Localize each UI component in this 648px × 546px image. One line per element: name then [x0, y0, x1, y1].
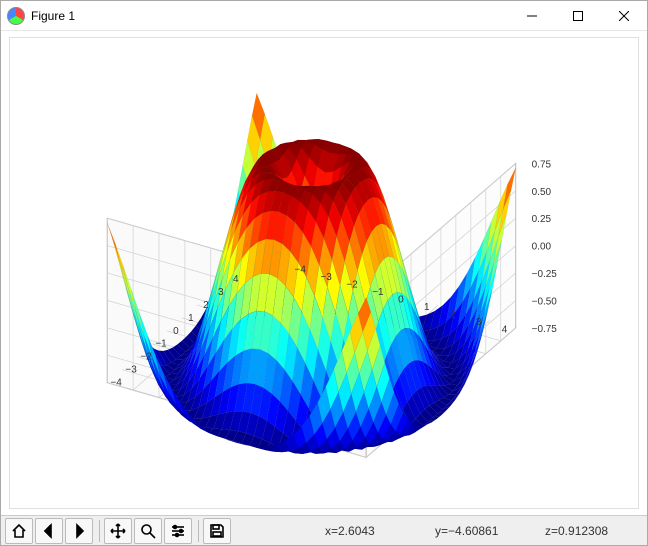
forward-button[interactable]: [65, 518, 93, 544]
figure-window: Figure 1 −4−3−2−101234−4−3−2−101234−0.75…: [0, 0, 648, 546]
svg-text:−4: −4: [110, 378, 122, 389]
titlebar[interactable]: Figure 1: [1, 1, 647, 31]
svg-text:0.50: 0.50: [532, 187, 552, 198]
maximize-button[interactable]: [555, 1, 601, 31]
zoom-button[interactable]: [134, 518, 162, 544]
svg-text:3: 3: [476, 317, 482, 328]
svg-text:−0.25: −0.25: [532, 269, 558, 280]
svg-text:−4: −4: [295, 265, 307, 276]
svg-text:0.00: 0.00: [532, 242, 552, 253]
configure-subplots-button[interactable]: [164, 518, 192, 544]
svg-text:2: 2: [203, 300, 209, 311]
matplotlib-icon: [7, 7, 25, 25]
svg-text:−0.75: −0.75: [532, 324, 558, 335]
svg-text:1: 1: [424, 302, 430, 313]
svg-text:2: 2: [450, 309, 456, 320]
minimize-button[interactable]: [509, 1, 555, 31]
home-button[interactable]: [5, 518, 33, 544]
svg-text:0: 0: [173, 326, 179, 337]
svg-text:1: 1: [188, 313, 194, 324]
svg-text:−2: −2: [140, 352, 152, 363]
toolbar-separator: [198, 520, 199, 542]
svg-text:−3: −3: [320, 272, 332, 283]
back-button[interactable]: [35, 518, 63, 544]
readout-z: z=0.912308: [545, 524, 635, 538]
svg-text:4: 4: [233, 274, 239, 285]
svg-text:3: 3: [218, 287, 224, 298]
svg-text:−2: −2: [346, 280, 358, 291]
window-title: Figure 1: [31, 9, 509, 23]
save-button[interactable]: [203, 518, 231, 544]
svg-text:0: 0: [398, 294, 404, 305]
svg-text:0.25: 0.25: [532, 214, 552, 225]
svg-text:0.75: 0.75: [532, 159, 552, 170]
svg-text:−3: −3: [125, 365, 137, 376]
svg-text:−0.50: −0.50: [532, 296, 558, 307]
readout-x: x=2.6043: [325, 524, 415, 538]
pan-button[interactable]: [104, 518, 132, 544]
plot-canvas[interactable]: −4−3−2−101234−4−3−2−101234−0.75−0.50−0.2…: [9, 37, 639, 509]
svg-text:4: 4: [502, 324, 508, 335]
svg-text:−1: −1: [372, 287, 384, 298]
cursor-readout: x=2.6043 y=−4.60861 z=0.912308: [325, 524, 643, 538]
toolbar-separator: [99, 520, 100, 542]
nav-toolbar: x=2.6043 y=−4.60861 z=0.912308: [1, 515, 647, 545]
close-button[interactable]: [601, 1, 647, 31]
readout-y: y=−4.60861: [435, 524, 525, 538]
svg-text:−1: −1: [155, 339, 167, 350]
